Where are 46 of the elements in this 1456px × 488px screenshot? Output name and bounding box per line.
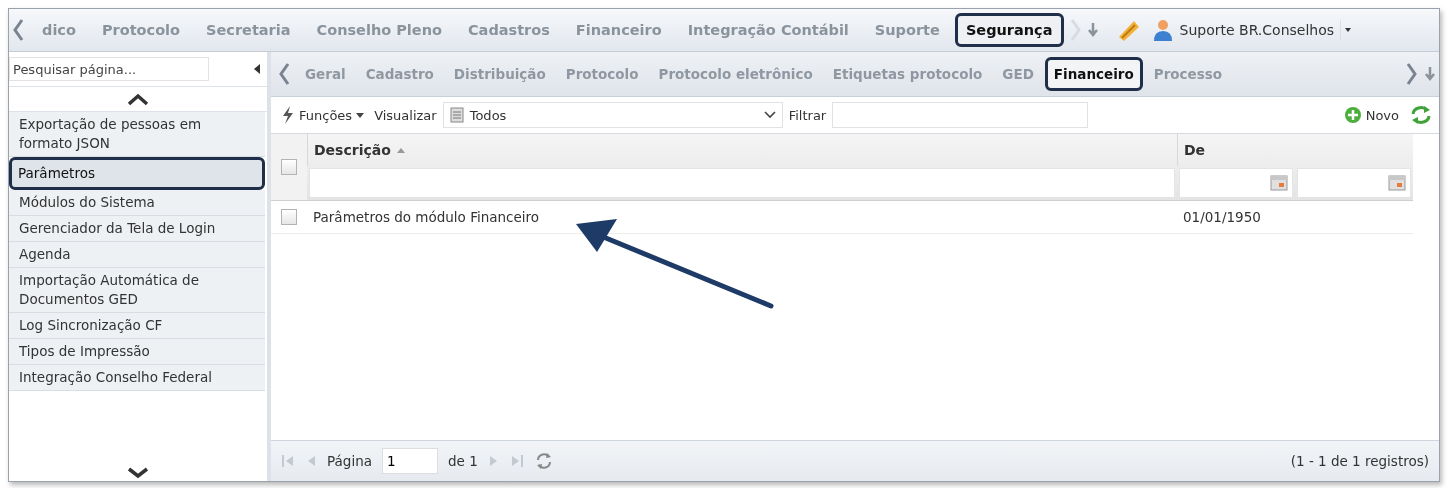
plus-circle-icon [1343, 106, 1362, 124]
chevron-down-icon [763, 111, 776, 119]
filter-label: Filtrar [788, 107, 827, 123]
sidebar-item[interactable]: Parâmetros [9, 157, 265, 190]
date-field[interactable] [1297, 168, 1411, 198]
calendar-icon[interactable] [1270, 175, 1288, 191]
module-tab[interactable]: Financeiro [1044, 57, 1143, 91]
sidebar-item[interactable]: Log Sincronização CF [9, 313, 265, 339]
sidebar-item[interactable]: Tipos de Impressão [9, 339, 265, 365]
table-cell-text: 01/01/1950 [1182, 209, 1262, 225]
refresh-icon[interactable] [1409, 104, 1433, 126]
list-icon [449, 107, 464, 123]
menu-tab[interactable]: Segurança [954, 13, 1064, 47]
sidebar-item[interactable]: Importação Automática de Documentos GED [9, 268, 265, 313]
date-field[interactable] [1179, 168, 1293, 198]
select-all-checkbox[interactable] [281, 159, 297, 175]
new-button[interactable]: Novo [1339, 104, 1403, 126]
page-field[interactable]: 1 [381, 448, 438, 474]
page-count: de 1 [447, 453, 478, 469]
calendar-icon[interactable] [1388, 175, 1406, 191]
row-checkbox[interactable] [281, 209, 297, 225]
scroll-up-icon[interactable] [126, 92, 150, 106]
filter-field[interactable] [309, 168, 1175, 198]
first-page-icon[interactable] [281, 453, 295, 469]
scroll-down-icon[interactable] [126, 467, 150, 479]
functions-menu-button[interactable]: Funções [277, 103, 369, 127]
user-icon[interactable] [1151, 18, 1174, 42]
last-page-icon[interactable] [509, 453, 524, 469]
view-select[interactable]: Todos [442, 102, 783, 128]
sidebar-item[interactable]: Exportação de pessoas em formato JSON [9, 112, 265, 157]
column-header[interactable]: De [1177, 134, 1413, 166]
column-header[interactable]: Descrição [307, 134, 1177, 166]
search-field[interactable]: Pesquisar página... [9, 57, 209, 81]
sort-ascending-icon [396, 147, 405, 153]
record-count: (1 - 1 de 1 registros) [1290, 453, 1429, 469]
page-label: Página [327, 453, 372, 469]
caret-icon [356, 111, 365, 119]
sidebar-item[interactable]: Módulos do Sistema [9, 190, 265, 216]
table-cell-text: Parâmetros do módulo Financeiro [312, 209, 541, 225]
sidebar-item[interactable]: Gerenciador da Tela de Login [9, 216, 265, 242]
filter-field[interactable] [832, 102, 1089, 128]
lightning-icon [281, 105, 295, 125]
user-name[interactable]: Suporte BR.Conselhos [1173, 22, 1341, 38]
sidebar-item[interactable]: Integração Conselho Federal [9, 365, 265, 391]
sidebar-item[interactable]: Agenda [9, 242, 265, 268]
view-label: Visualizar [374, 107, 437, 123]
